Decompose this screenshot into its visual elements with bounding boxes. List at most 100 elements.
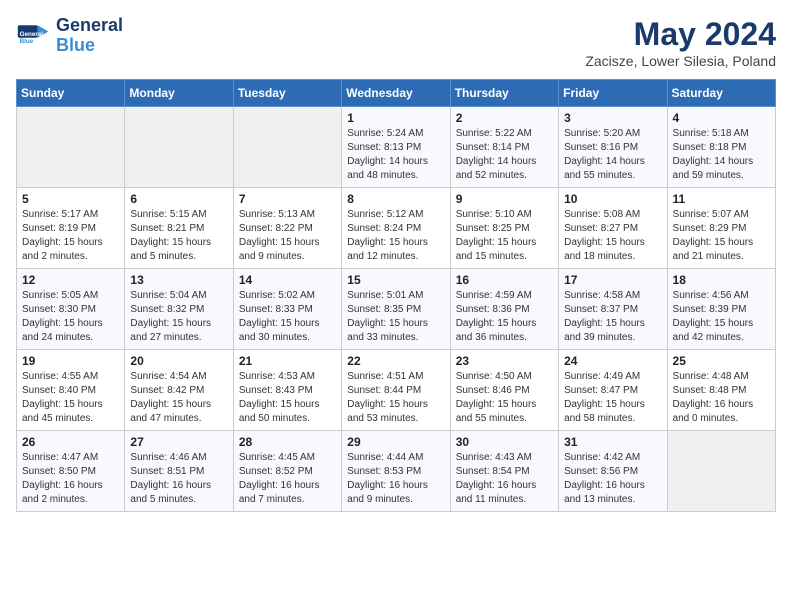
day-info: Sunrise: 5:08 AM Sunset: 8:27 PM Dayligh… bbox=[564, 208, 661, 264]
day-number: 30 bbox=[456, 435, 553, 449]
day-info: Sunrise: 5:12 AM Sunset: 8:24 PM Dayligh… bbox=[347, 208, 444, 264]
day-info: Sunrise: 5:10 AM Sunset: 8:25 PM Dayligh… bbox=[456, 208, 553, 264]
svg-text:General: General bbox=[20, 31, 44, 38]
calendar-day-28: 28 Sunrise: 4:45 AM Sunset: 8:52 PM Dayli… bbox=[233, 431, 341, 512]
day-number: 29 bbox=[347, 435, 444, 449]
calendar-day-9: 9 Sunrise: 5:10 AM Sunset: 8:25 PM Daylig… bbox=[450, 188, 558, 269]
calendar-day-14: 14 Sunrise: 5:02 AM Sunset: 8:33 PM Dayli… bbox=[233, 269, 341, 350]
weekday-header-thursday: Thursday bbox=[450, 80, 558, 107]
day-info: Sunrise: 5:07 AM Sunset: 8:29 PM Dayligh… bbox=[673, 208, 770, 264]
day-number: 22 bbox=[347, 354, 444, 368]
day-info: Sunrise: 5:15 AM Sunset: 8:21 PM Dayligh… bbox=[130, 208, 227, 264]
day-info: Sunrise: 4:42 AM Sunset: 8:56 PM Dayligh… bbox=[564, 451, 661, 507]
empty-day-cell bbox=[125, 107, 233, 188]
day-number: 17 bbox=[564, 273, 661, 287]
weekday-header-wednesday: Wednesday bbox=[342, 80, 450, 107]
empty-day-cell bbox=[667, 431, 775, 512]
location-subtitle: Zacisze, Lower Silesia, Poland bbox=[585, 53, 776, 69]
calendar-day-7: 7 Sunrise: 5:13 AM Sunset: 8:22 PM Daylig… bbox=[233, 188, 341, 269]
weekday-header-friday: Friday bbox=[559, 80, 667, 107]
calendar-day-5: 5 Sunrise: 5:17 AM Sunset: 8:19 PM Daylig… bbox=[17, 188, 125, 269]
day-number: 10 bbox=[564, 192, 661, 206]
day-info: Sunrise: 5:20 AM Sunset: 8:16 PM Dayligh… bbox=[564, 127, 661, 183]
calendar-week-row: 1Sunrise: 5:24 AM Sunset: 8:13 PM Daylig… bbox=[17, 107, 776, 188]
calendar-week-row: 12Sunrise: 5:05 AM Sunset: 8:30 PM Dayli… bbox=[17, 269, 776, 350]
calendar-day-22: 22 Sunrise: 4:51 AM Sunset: 8:44 PM Dayli… bbox=[342, 350, 450, 431]
calendar-day-3: 3 Sunrise: 5:20 AM Sunset: 8:16 PM Daylig… bbox=[559, 107, 667, 188]
day-info: Sunrise: 4:43 AM Sunset: 8:54 PM Dayligh… bbox=[456, 451, 553, 507]
day-info: Sunrise: 4:56 AM Sunset: 8:39 PM Dayligh… bbox=[673, 289, 770, 345]
calendar-day-25: 25Sunrise: 4:48 AM Sunset: 8:48 PM Dayli… bbox=[667, 350, 775, 431]
day-info: Sunrise: 4:51 AM Sunset: 8:44 PM Dayligh… bbox=[347, 370, 444, 426]
empty-day-cell bbox=[233, 107, 341, 188]
day-number: 11 bbox=[673, 192, 770, 206]
day-info: Sunrise: 5:01 AM Sunset: 8:35 PM Dayligh… bbox=[347, 289, 444, 345]
calendar-day-29: 29 Sunrise: 4:44 AM Sunset: 8:53 PM Dayli… bbox=[342, 431, 450, 512]
calendar-day-30: 30 Sunrise: 4:43 AM Sunset: 8:54 PM Dayli… bbox=[450, 431, 558, 512]
calendar-day-6: 6 Sunrise: 5:15 AM Sunset: 8:21 PM Daylig… bbox=[125, 188, 233, 269]
calendar-day-23: 23 Sunrise: 4:50 AM Sunset: 8:46 PM Dayli… bbox=[450, 350, 558, 431]
calendar-day-16: 16Sunrise: 4:59 AM Sunset: 8:36 PM Dayli… bbox=[450, 269, 558, 350]
day-info: Sunrise: 4:55 AM Sunset: 8:40 PM Dayligh… bbox=[22, 370, 119, 426]
day-number: 5 bbox=[22, 192, 119, 206]
day-info: Sunrise: 5:02 AM Sunset: 8:33 PM Dayligh… bbox=[239, 289, 336, 345]
calendar-day-15: 15Sunrise: 5:01 AM Sunset: 8:35 PM Dayli… bbox=[342, 269, 450, 350]
logo-text-line1: General bbox=[56, 16, 123, 36]
month-title: May 2024 bbox=[585, 16, 776, 53]
weekday-header-sunday: Sunday bbox=[17, 80, 125, 107]
day-info: Sunrise: 4:50 AM Sunset: 8:46 PM Dayligh… bbox=[456, 370, 553, 426]
day-info: Sunrise: 4:54 AM Sunset: 8:42 PM Dayligh… bbox=[130, 370, 227, 426]
svg-text:Blue: Blue bbox=[20, 38, 34, 45]
calendar-table: SundayMondayTuesdayWednesdayThursdayFrid… bbox=[16, 79, 776, 512]
day-info: Sunrise: 4:46 AM Sunset: 8:51 PM Dayligh… bbox=[130, 451, 227, 507]
day-number: 7 bbox=[239, 192, 336, 206]
empty-day-cell bbox=[17, 107, 125, 188]
day-number: 1 bbox=[347, 111, 444, 125]
day-number: 8 bbox=[347, 192, 444, 206]
calendar-day-18: 18 Sunrise: 4:56 AM Sunset: 8:39 PM Dayli… bbox=[667, 269, 775, 350]
day-info: Sunrise: 4:44 AM Sunset: 8:53 PM Dayligh… bbox=[347, 451, 444, 507]
weekday-header-monday: Monday bbox=[125, 80, 233, 107]
day-number: 23 bbox=[456, 354, 553, 368]
day-number: 18 bbox=[673, 273, 770, 287]
day-info: Sunrise: 5:17 AM Sunset: 8:19 PM Dayligh… bbox=[22, 208, 119, 264]
day-number: 4 bbox=[673, 111, 770, 125]
calendar-week-row: 26 Sunrise: 4:47 AM Sunset: 8:50 PM Dayli… bbox=[17, 431, 776, 512]
weekday-header-saturday: Saturday bbox=[667, 80, 775, 107]
day-number: 12 bbox=[22, 273, 119, 287]
day-info: Sunrise: 5:04 AM Sunset: 8:32 PM Dayligh… bbox=[130, 289, 227, 345]
day-number: 31 bbox=[564, 435, 661, 449]
day-number: 2 bbox=[456, 111, 553, 125]
day-info: Sunrise: 5:13 AM Sunset: 8:22 PM Dayligh… bbox=[239, 208, 336, 264]
day-info: Sunrise: 4:47 AM Sunset: 8:50 PM Dayligh… bbox=[22, 451, 119, 507]
day-info: Sunrise: 4:45 AM Sunset: 8:52 PM Dayligh… bbox=[239, 451, 336, 507]
calendar-day-17: 17 Sunrise: 4:58 AM Sunset: 8:37 PM Dayli… bbox=[559, 269, 667, 350]
day-number: 19 bbox=[22, 354, 119, 368]
calendar-week-row: 19 Sunrise: 4:55 AM Sunset: 8:40 PM Dayli… bbox=[17, 350, 776, 431]
calendar-day-24: 24 Sunrise: 4:49 AM Sunset: 8:47 PM Dayli… bbox=[559, 350, 667, 431]
day-info: Sunrise: 4:58 AM Sunset: 8:37 PM Dayligh… bbox=[564, 289, 661, 345]
day-number: 9 bbox=[456, 192, 553, 206]
calendar-week-row: 5 Sunrise: 5:17 AM Sunset: 8:19 PM Daylig… bbox=[17, 188, 776, 269]
page-header: General Blue General Blue May 2024 Zacis… bbox=[16, 16, 776, 69]
day-number: 6 bbox=[130, 192, 227, 206]
calendar-day-27: 27Sunrise: 4:46 AM Sunset: 8:51 PM Dayli… bbox=[125, 431, 233, 512]
calendar-day-1: 1Sunrise: 5:24 AM Sunset: 8:13 PM Daylig… bbox=[342, 107, 450, 188]
day-number: 24 bbox=[564, 354, 661, 368]
day-info: Sunrise: 4:53 AM Sunset: 8:43 PM Dayligh… bbox=[239, 370, 336, 426]
calendar-day-10: 10 Sunrise: 5:08 AM Sunset: 8:27 PM Dayli… bbox=[559, 188, 667, 269]
calendar-day-8: 8 Sunrise: 5:12 AM Sunset: 8:24 PM Daylig… bbox=[342, 188, 450, 269]
day-info: Sunrise: 4:49 AM Sunset: 8:47 PM Dayligh… bbox=[564, 370, 661, 426]
day-number: 28 bbox=[239, 435, 336, 449]
calendar-day-4: 4Sunrise: 5:18 AM Sunset: 8:18 PM Daylig… bbox=[667, 107, 775, 188]
calendar-day-31: 31 Sunrise: 4:42 AM Sunset: 8:56 PM Dayli… bbox=[559, 431, 667, 512]
weekday-header-row: SundayMondayTuesdayWednesdayThursdayFrid… bbox=[17, 80, 776, 107]
calendar-day-19: 19 Sunrise: 4:55 AM Sunset: 8:40 PM Dayli… bbox=[17, 350, 125, 431]
day-number: 14 bbox=[239, 273, 336, 287]
day-number: 21 bbox=[239, 354, 336, 368]
logo-text-line2: Blue bbox=[56, 36, 123, 56]
day-info: Sunrise: 4:48 AM Sunset: 8:48 PM Dayligh… bbox=[673, 370, 770, 426]
calendar-day-2: 2Sunrise: 5:22 AM Sunset: 8:14 PM Daylig… bbox=[450, 107, 558, 188]
day-number: 3 bbox=[564, 111, 661, 125]
day-number: 26 bbox=[22, 435, 119, 449]
